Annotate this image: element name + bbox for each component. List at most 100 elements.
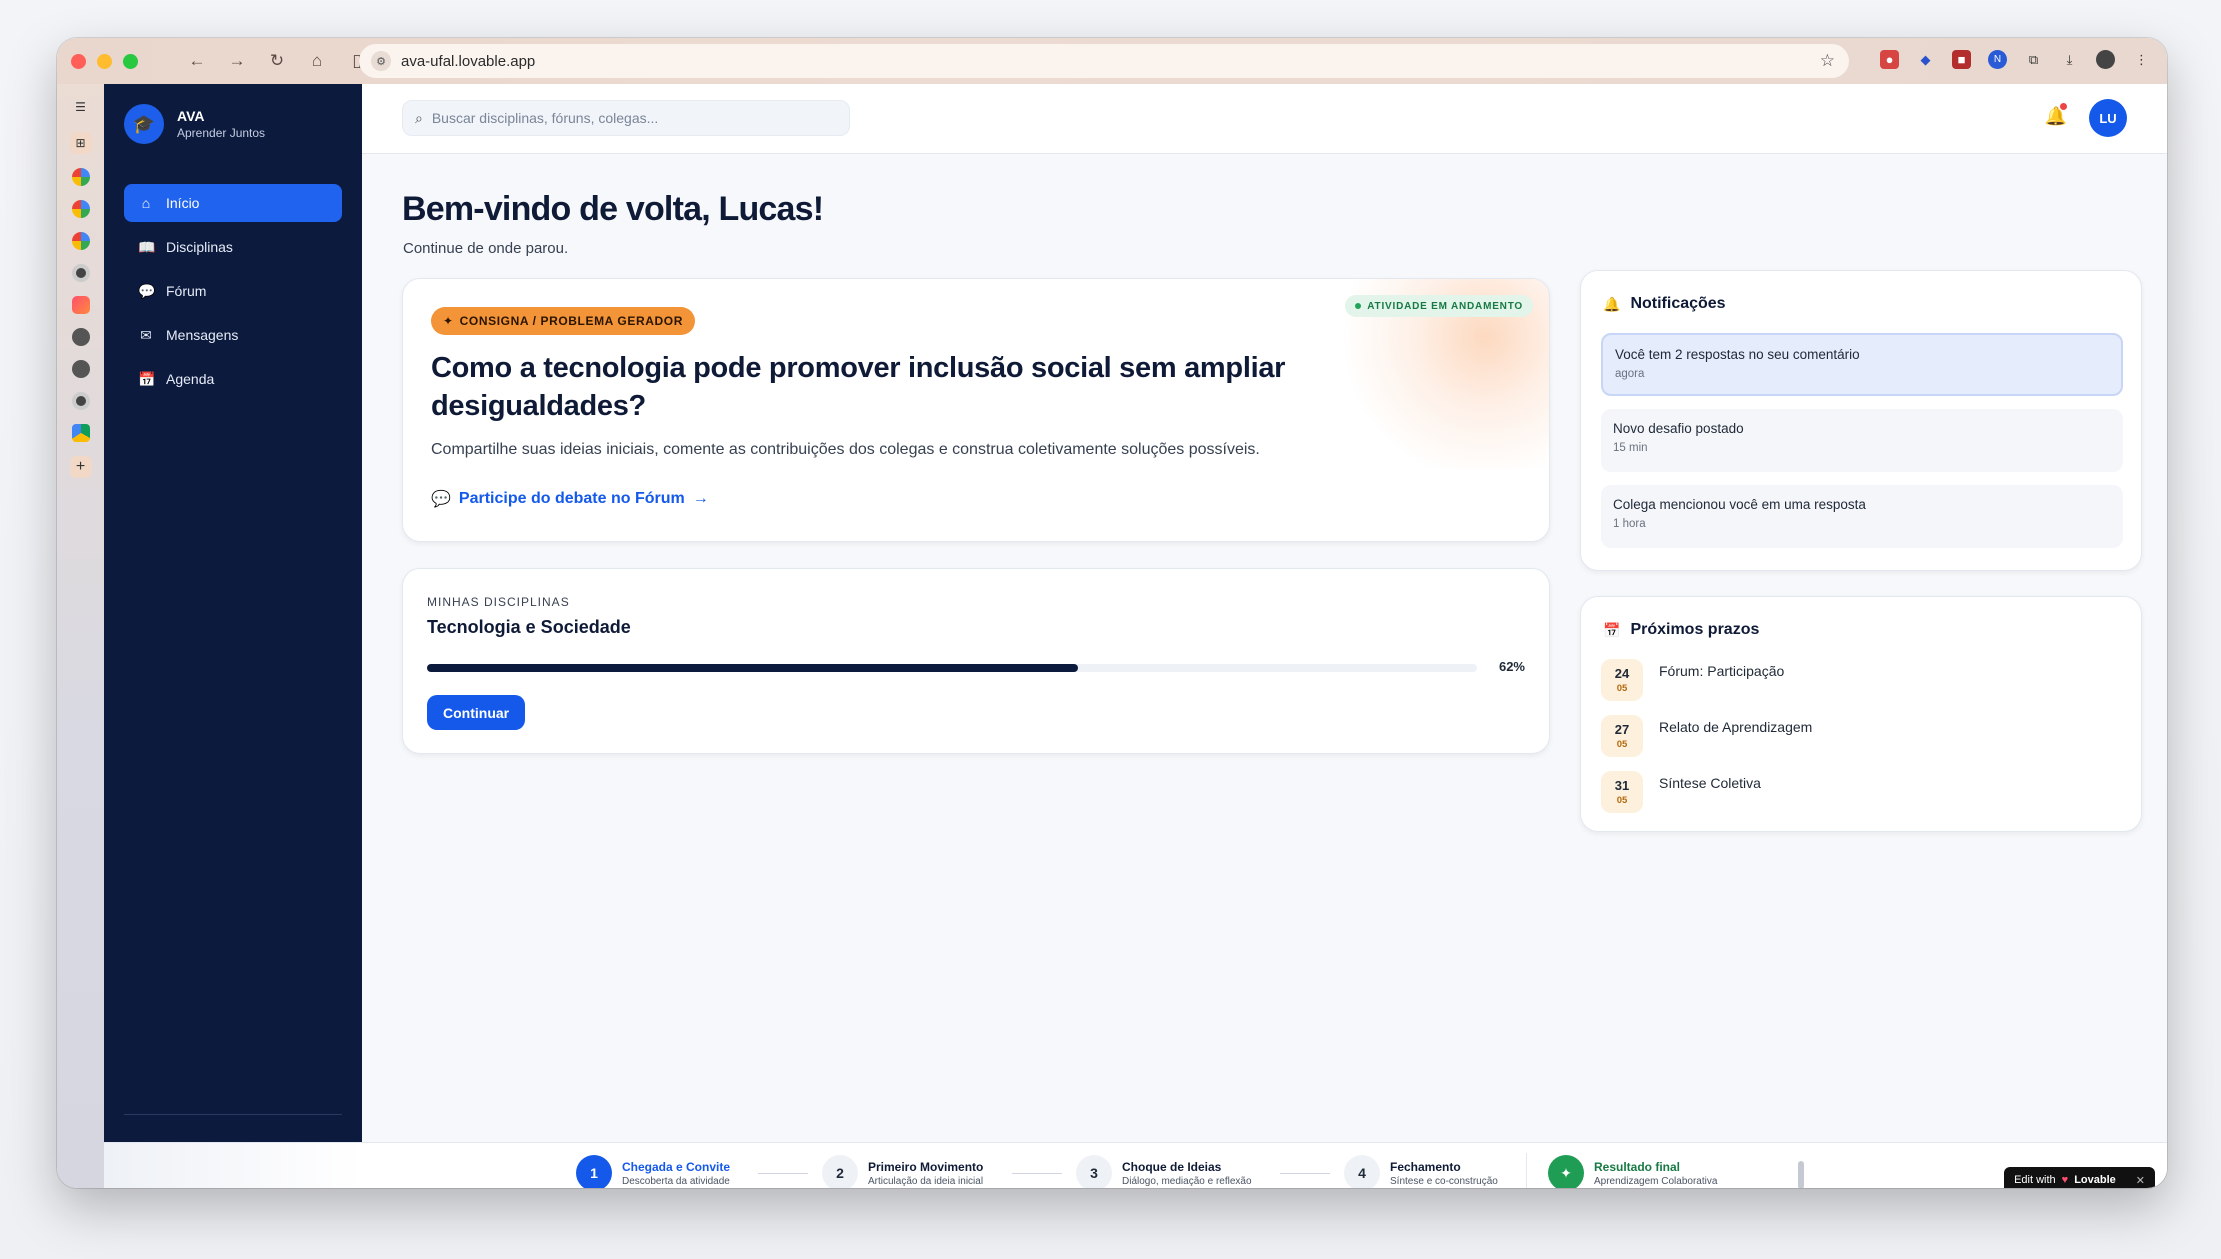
notifications-title: 🔔 Notificações (1603, 295, 1726, 313)
sidebar: 🎓 AVA Aprender Juntos ⌂ Início 📖 Discipl… (104, 84, 362, 1142)
search-box[interactable]: ⌕ (402, 100, 850, 136)
notifications-title-label: Notificações (1630, 295, 1726, 312)
window-controls (71, 53, 138, 69)
extensions-puzzle-icon[interactable]: ⧉ (2024, 50, 2043, 69)
notification-time: 1 hora (1613, 518, 1646, 530)
browser-titlebar: ← → ↻ ⌂ ▯ ⚙ ava-ufal.lovable.app ☆ ● ◆ ■… (57, 38, 2167, 84)
category-badge: ✦ CONSIGNA / PROBLEMA GERADOR (431, 307, 695, 335)
deadlines-title: 📅 Próximos prazos (1603, 621, 1759, 639)
edit-with-label: Edit with (2014, 1174, 2056, 1186)
forum-link[interactable]: 💬 Participe do debate no Fórum → (431, 489, 709, 509)
extension-n-icon[interactable]: N (1988, 50, 2007, 69)
extension-badge-icon[interactable]: ■ (1952, 50, 1971, 69)
bookmark-star-icon[interactable]: ☆ (1820, 51, 1835, 71)
minimize-window-button[interactable] (97, 53, 112, 69)
step-1[interactable]: 1 Chegada e Convite Descoberta da ativid… (576, 1155, 730, 1188)
new-tab-plus-icon[interactable]: + (69, 456, 92, 478)
step-3[interactable]: 3 Choque de Ideias Diálogo, mediação e r… (1076, 1155, 1252, 1188)
extension-red-icon[interactable]: ● (1880, 50, 1899, 69)
sidebar-item-inicio[interactable]: ⌂ Início (124, 184, 342, 222)
search-input[interactable] (431, 110, 812, 126)
url-text[interactable]: ava-ufal.lovable.app (401, 53, 535, 70)
notification-item[interactable]: Colega mencionou você em uma resposta 1 … (1601, 485, 2123, 548)
stepper-fade (104, 1143, 362, 1188)
bell-icon: 🔔 (1603, 295, 1621, 312)
lovable-brand: Lovable (2074, 1174, 2116, 1186)
deadline-month: 05 (1616, 739, 1628, 750)
tab-grid-icon[interactable]: ⊞ (69, 132, 92, 154)
tab-google-icon[interactable] (71, 232, 90, 250)
deadline-item[interactable]: 24 05 Fórum: Participação (1601, 659, 1784, 701)
brand-tagline: Aprender Juntos (177, 126, 266, 140)
brand[interactable]: 🎓 AVA Aprender Juntos (124, 104, 265, 144)
step-separator (1526, 1153, 1527, 1188)
problem-description: Compartilhe suas ideias iniciais, coment… (431, 441, 1260, 458)
download-icon[interactable]: ⤓ (2060, 50, 2079, 69)
sidebar-item-forum[interactable]: 💬 Fórum (124, 272, 342, 310)
notification-time: 15 min (1613, 442, 1648, 454)
step-number: 3 (1076, 1155, 1112, 1188)
tab-google-icon[interactable] (71, 200, 90, 218)
step-2[interactable]: 2 Primeiro Movimento Articulação da idei… (822, 1155, 983, 1188)
scroll-handle[interactable] (1798, 1161, 1804, 1188)
back-arrow-icon[interactable]: ← (188, 51, 206, 71)
progress-percent: 62% (1498, 659, 1525, 674)
tab-google-icon[interactable] (71, 168, 90, 186)
step-subtitle: Descoberta da atividade (622, 1175, 730, 1187)
deadline-day: 27 (1614, 722, 1630, 737)
forward-arrow-icon[interactable]: → (228, 51, 246, 71)
browser-menu-icon[interactable]: ⋮ (2132, 50, 2151, 69)
step-final[interactable]: ✦ Resultado final Aprendizagem Colaborat… (1548, 1155, 1717, 1188)
main-content: Bem-vindo de volta, Lucas! Continue de o… (362, 154, 2167, 1142)
step-subtitle: Aprendizagem Colaborativa (1594, 1175, 1718, 1187)
tab-globe-icon[interactable] (71, 328, 90, 346)
step-4[interactable]: 4 Fechamento Síntese e co-construção (1344, 1155, 1498, 1188)
chat-icon: 💬 (431, 491, 451, 508)
sidebar-item-label: Disciplinas (166, 239, 233, 255)
profile-icon[interactable] (2096, 50, 2115, 69)
course-eyebrow: MINHAS DISCIPLINAS (427, 595, 570, 609)
deadline-item[interactable]: 27 05 Relato de Aprendizagem (1601, 715, 1812, 757)
step-title: Chegada e Convite (622, 1159, 731, 1174)
avatar[interactable]: LU (2089, 99, 2127, 137)
problem-title: Como a tecnologia pode promover inclusão… (431, 352, 1286, 422)
step-connector (1280, 1173, 1330, 1174)
tab-globe-icon[interactable] (71, 360, 90, 378)
tab-openai-icon[interactable] (71, 264, 90, 282)
notification-item[interactable]: Novo desafio postado 15 min (1601, 409, 2123, 472)
sparkle-icon: ✦ (443, 314, 454, 328)
sidebar-item-agenda[interactable]: 📅 Agenda (124, 360, 342, 398)
notification-text: Você tem 2 respostas no seu comentário (1615, 347, 1860, 362)
notification-item[interactable]: Você tem 2 respostas no seu comentário a… (1601, 333, 2123, 396)
reload-icon[interactable]: ↻ (268, 51, 286, 71)
progress-bar (427, 664, 1477, 672)
step-title: Choque de Ideias (1122, 1159, 1222, 1174)
page-title: Bem-vindo de volta, Lucas! (402, 190, 824, 228)
edit-with-lovable-badge[interactable]: Edit with ♥ Lovable ✕ (2004, 1167, 2155, 1188)
site-settings-icon[interactable]: ⚙ (371, 51, 391, 71)
sidebar-item-disciplinas[interactable]: 📖 Disciplinas (124, 228, 342, 266)
sidebar-item-label: Início (166, 195, 200, 211)
close-icon[interactable]: ✕ (2136, 1174, 2145, 1187)
calendar-icon: 📅 (1603, 621, 1621, 638)
tab-lovable-icon[interactable] (71, 296, 90, 314)
continue-button[interactable]: Continuar (427, 695, 526, 730)
notification-text: Novo desafio postado (1613, 421, 1744, 436)
maximize-window-button[interactable] (123, 53, 138, 69)
step-subtitle: Diálogo, mediação e reflexão (1122, 1175, 1252, 1187)
deadline-item[interactable]: 31 05 Síntese Coletiva (1601, 771, 1761, 813)
sidebar-item-mensagens[interactable]: ✉ Mensagens (124, 316, 342, 354)
extension-shield-icon[interactable]: ◆ (1916, 50, 1935, 69)
calendar-icon: 📅 (138, 370, 156, 387)
address-bar[interactable]: ⚙ ava-ufal.lovable.app ☆ (359, 44, 1849, 78)
status-badge-label: ATIVIDADE EM ANDAMENTO (1367, 300, 1523, 312)
sidebar-toggle-icon[interactable]: ☰ (70, 96, 92, 118)
sidebar-item-label: Fórum (166, 283, 207, 299)
tab-openai-icon[interactable] (71, 392, 90, 410)
activity-stepper: 1 Chegada e Convite Descoberta da ativid… (104, 1142, 2167, 1188)
deadline-label: Fórum: Participação (1659, 663, 1785, 679)
close-window-button[interactable] (71, 53, 86, 69)
tab-drive-icon[interactable] (71, 424, 90, 442)
home-icon[interactable]: ⌂ (308, 51, 326, 71)
deadline-date: 24 05 (1601, 659, 1643, 701)
